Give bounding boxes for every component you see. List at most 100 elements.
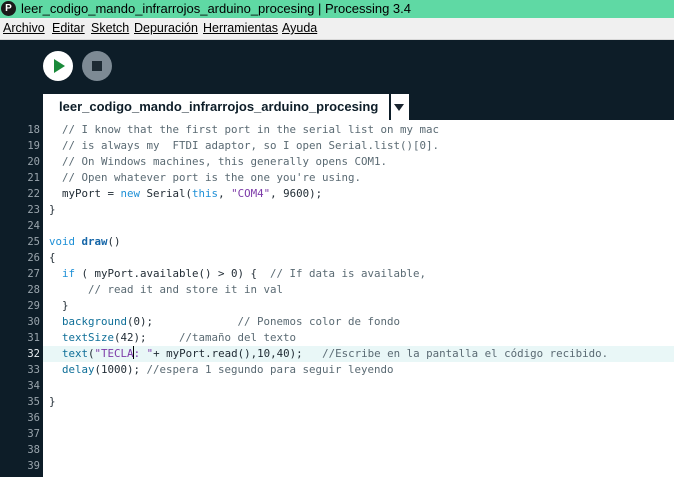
line-number: 38 — [27, 444, 40, 456]
code-token: textSize — [62, 331, 115, 344]
code-token: // Ponemos color de fondo — [237, 315, 401, 328]
code-line: } — [49, 298, 69, 314]
code-token: //tamaño del texto — [179, 331, 297, 344]
line-number: 37 — [27, 428, 40, 440]
code-token: (1000); — [94, 363, 147, 376]
code-line: // Open whatever port is the one you're … — [49, 170, 361, 186]
code-line: } — [49, 394, 56, 410]
code-token: + myPort.read(),10,40); — [153, 347, 323, 360]
line-number: 36 — [27, 412, 40, 424]
line-number-gutter: 18 19 20 21 22 23 24 25 26 27 28 29 30 31 32 33 34 35 36 37… — [0, 120, 43, 477]
run-button[interactable] — [43, 51, 73, 81]
code-token: ( myPort.available() > 0) { — [75, 267, 271, 280]
code-editor[interactable]: // I know that the first port in the ser… — [43, 120, 674, 477]
code-token: // read it and store it in val — [88, 283, 284, 296]
code-token: text — [62, 347, 89, 360]
line-number: 32 — [27, 348, 40, 360]
code-token: } — [49, 299, 69, 312]
line-number: 27 — [27, 268, 40, 280]
code-token: { — [49, 251, 56, 264]
code-line: { — [49, 250, 56, 266]
tab-menu-button[interactable] — [389, 94, 409, 120]
code-token: Serial( — [140, 187, 193, 200]
line-number: 24 — [27, 220, 40, 232]
code-token: //espera 1 segundo para seguir leyendo — [146, 363, 394, 376]
processing-logo-icon: P — [1, 1, 16, 16]
code-token: : " — [133, 347, 154, 360]
line-number: 22 — [27, 188, 40, 200]
code-token: //Escribe en la pantalla el código recib… — [322, 347, 609, 360]
code-token: (0); — [127, 315, 238, 328]
menu-herramientas[interactable]: Herramientas — [203, 21, 278, 35]
code-line: myPort = new Serial(this, "COM4", 9600); — [49, 186, 322, 202]
code-line: text("TECLA: "+ myPort.read(),10,40); //… — [49, 346, 608, 362]
code-token: delay — [62, 363, 95, 376]
code-token: } — [49, 395, 56, 408]
code-token: "TECLA — [94, 347, 134, 360]
code-token: () — [107, 235, 121, 248]
code-line: // I know that the first port in the ser… — [49, 122, 439, 138]
code-token: background — [62, 315, 128, 328]
code-token: if — [62, 267, 76, 280]
code-line: // On Windows machines, this generally o… — [49, 154, 387, 170]
code-token: , 9600); — [270, 187, 323, 200]
code-line: // is always my FTDI adaptor, so I open … — [49, 138, 439, 154]
line-number: 26 — [27, 252, 40, 264]
code-token: } — [49, 203, 56, 216]
code-token: // I know that the first port in the ser… — [49, 123, 440, 136]
line-number: 31 — [27, 332, 40, 344]
menu-sketch[interactable]: Sketch — [91, 21, 129, 35]
code-line: } — [49, 202, 56, 218]
code-token: // If data is available, — [270, 267, 427, 280]
stop-icon — [92, 61, 102, 71]
code-line: void draw() — [49, 234, 121, 250]
code-token: void — [49, 235, 76, 248]
line-number: 35 — [27, 396, 40, 408]
code-token: draw — [81, 235, 108, 248]
line-number: 19 — [27, 140, 40, 152]
line-number: 23 — [27, 204, 40, 216]
toolbar — [0, 40, 674, 94]
tab-sketch[interactable]: leer_codigo_mando_infrarrojos_arduino_pr… — [43, 94, 389, 120]
line-number: 25 — [27, 236, 40, 248]
line-number: 18 — [27, 124, 40, 136]
code-token: this — [192, 187, 219, 200]
code-token: // is always my FTDI adaptor, so I open … — [49, 139, 440, 152]
line-number: 39 — [27, 460, 40, 472]
code-line: // read it and store it in val — [49, 282, 283, 298]
code-token: "COM4" — [231, 187, 271, 200]
tab-label: leer_codigo_mando_infrarrojos_arduino_pr… — [59, 99, 379, 114]
code-token: // On Windows machines, this generally o… — [49, 155, 388, 168]
line-number: 20 — [27, 156, 40, 168]
line-number: 29 — [27, 300, 40, 312]
code-token: (42); — [114, 331, 180, 344]
line-number: 28 — [27, 284, 40, 296]
line-number: 34 — [27, 380, 40, 392]
play-icon — [54, 59, 65, 73]
window-title-bar[interactable]: P leer_codigo_mando_infrarrojos_arduino_… — [0, 0, 674, 18]
code-token: // Open whatever port is the one you're … — [49, 171, 362, 184]
code-line: delay(1000); //espera 1 segundo para seg… — [49, 362, 394, 378]
menu-bar: Archivo Editar Sketch Depuración Herrami… — [0, 18, 674, 40]
menu-editar[interactable]: Editar — [52, 21, 85, 35]
line-number: 21 — [27, 172, 40, 184]
menu-depuracion[interactable]: Depuración — [134, 21, 198, 35]
code-line: background(0); // Ponemos color de fondo — [49, 314, 400, 330]
code-token: myPort = — [49, 187, 121, 200]
stop-button[interactable] — [82, 51, 112, 81]
window-title: leer_codigo_mando_infrarrojos_arduino_pr… — [21, 1, 412, 16]
code-line: textSize(42); //tamaño del texto — [49, 330, 296, 346]
code-line: if ( myPort.available() > 0) { // If dat… — [49, 266, 426, 282]
menu-ayuda[interactable]: Ayuda — [282, 21, 317, 35]
chevron-down-icon — [394, 104, 404, 111]
menu-archivo[interactable]: Archivo — [3, 21, 45, 35]
code-token: , — [218, 187, 232, 200]
code-token: new — [120, 187, 141, 200]
line-number: 33 — [27, 364, 40, 376]
